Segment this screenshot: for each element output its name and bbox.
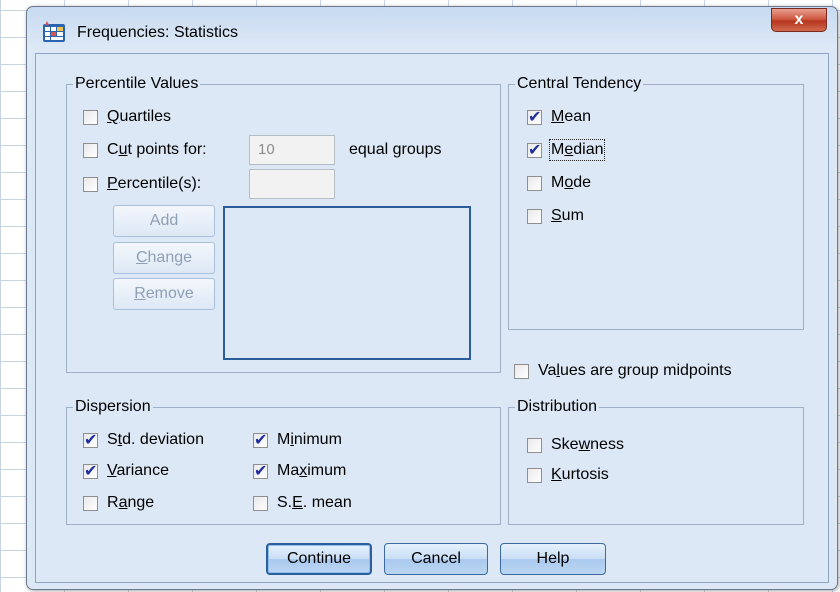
continue-button[interactable]: Continue: [266, 543, 372, 575]
cut-points-input[interactable]: 10: [249, 135, 335, 165]
maximum-checkbox[interactable]: [253, 461, 268, 480]
continue-button-label: Continue: [286, 550, 352, 567]
percentiles-label: Percentile(s):: [107, 175, 202, 192]
sum-label: Sum: [551, 207, 584, 224]
percentiles-listbox[interactable]: [223, 206, 471, 360]
cut-points-option[interactable]: Cut points for:: [83, 139, 207, 161]
variance-label: Variance: [107, 462, 169, 479]
dialog-client-area: Percentile Values Quartiles Cut points f…: [35, 53, 829, 583]
skewness-checkbox[interactable]: [527, 437, 542, 453]
cancel-button[interactable]: Cancel: [384, 543, 488, 575]
mode-label: Mode: [551, 174, 592, 191]
change-button[interactable]: Change: [113, 242, 215, 274]
skewness-option[interactable]: Skewness: [527, 434, 624, 456]
kurtosis-option[interactable]: Kurtosis: [527, 464, 609, 486]
mode-option[interactable]: Mode: [527, 172, 591, 194]
distribution-group: Distribution Skewness Kurtosis: [508, 397, 804, 525]
add-button-label: Add: [149, 212, 179, 229]
central-tendency-title: Central Tendency: [515, 74, 644, 94]
range-checkbox[interactable]: [83, 495, 98, 511]
spss-app-icon: [43, 21, 65, 42]
cancel-button-label: Cancel: [411, 550, 461, 567]
central-tendency-group: Central Tendency Mean Median Mode Sum: [508, 74, 804, 330]
group-midpoints-option[interactable]: Values are group midpoints: [514, 360, 732, 382]
group-midpoints-label: Values are group midpoints: [538, 362, 732, 379]
quartiles-checkbox[interactable]: [83, 109, 98, 125]
title-bar[interactable]: Frequencies: Statistics x: [27, 7, 837, 53]
close-button[interactable]: x: [771, 8, 827, 32]
skewness-label: Skewness: [551, 436, 624, 453]
add-button[interactable]: Add: [113, 205, 215, 237]
range-option[interactable]: Range: [83, 492, 154, 514]
equal-groups-label: equal groups: [349, 141, 442, 158]
se-mean-label: S.E. mean: [277, 494, 352, 511]
std-deviation-option[interactable]: Std. deviation: [83, 429, 204, 451]
quartiles-label: Quartiles: [107, 108, 172, 125]
sum-option[interactable]: Sum: [527, 205, 584, 227]
se-mean-option[interactable]: S.E. mean: [253, 492, 352, 514]
cut-points-label: Cut points for:: [107, 141, 207, 158]
minimum-checkbox[interactable]: [253, 430, 268, 449]
percentile-values-title: Percentile Values: [73, 74, 201, 94]
mean-option[interactable]: Mean: [527, 106, 591, 128]
maximum-label: Maximum: [277, 462, 347, 479]
help-button[interactable]: Help: [500, 543, 606, 575]
percentile-values-group: Percentile Values Quartiles Cut points f…: [66, 74, 501, 373]
std-deviation-checkbox[interactable]: [83, 430, 98, 449]
frequencies-statistics-dialog: Frequencies: Statistics x Percentile Val…: [26, 6, 838, 590]
mode-checkbox[interactable]: [527, 175, 542, 191]
dispersion-title: Dispersion: [73, 397, 153, 417]
minimum-option[interactable]: Minimum: [253, 429, 342, 451]
range-label: Range: [107, 494, 155, 511]
std-deviation-label: Std. deviation: [107, 431, 204, 448]
mean-label: Mean: [551, 108, 592, 125]
median-label: Median: [548, 139, 606, 161]
dispersion-group: Dispersion Std. deviation Minimum Varian…: [66, 397, 501, 525]
change-button-label: Change: [135, 249, 193, 266]
variance-checkbox[interactable]: [83, 461, 98, 480]
sum-checkbox[interactable]: [527, 208, 542, 224]
variance-option[interactable]: Variance: [83, 460, 169, 482]
cut-points-checkbox[interactable]: [83, 142, 98, 158]
kurtosis-checkbox[interactable]: [527, 467, 542, 483]
minimum-label: Minimum: [277, 431, 342, 448]
mean-checkbox[interactable]: [527, 107, 542, 126]
median-checkbox[interactable]: [527, 140, 542, 159]
group-midpoints-checkbox[interactable]: [514, 363, 529, 379]
percentiles-input[interactable]: [249, 169, 335, 199]
distribution-title: Distribution: [515, 397, 600, 417]
se-mean-checkbox[interactable]: [253, 495, 268, 511]
close-icon: x: [794, 11, 804, 28]
maximum-option[interactable]: Maximum: [253, 460, 346, 482]
quartiles-option[interactable]: Quartiles: [83, 106, 171, 128]
remove-button-label: Remove: [134, 285, 194, 302]
percentiles-checkbox[interactable]: [83, 176, 98, 192]
window-title: Frequencies: Statistics: [77, 24, 238, 41]
kurtosis-label: Kurtosis: [551, 466, 609, 483]
remove-button[interactable]: Remove: [113, 278, 215, 310]
percentiles-option[interactable]: Percentile(s):: [83, 173, 201, 195]
median-option[interactable]: Median: [527, 139, 606, 161]
help-button-label: Help: [536, 550, 570, 567]
